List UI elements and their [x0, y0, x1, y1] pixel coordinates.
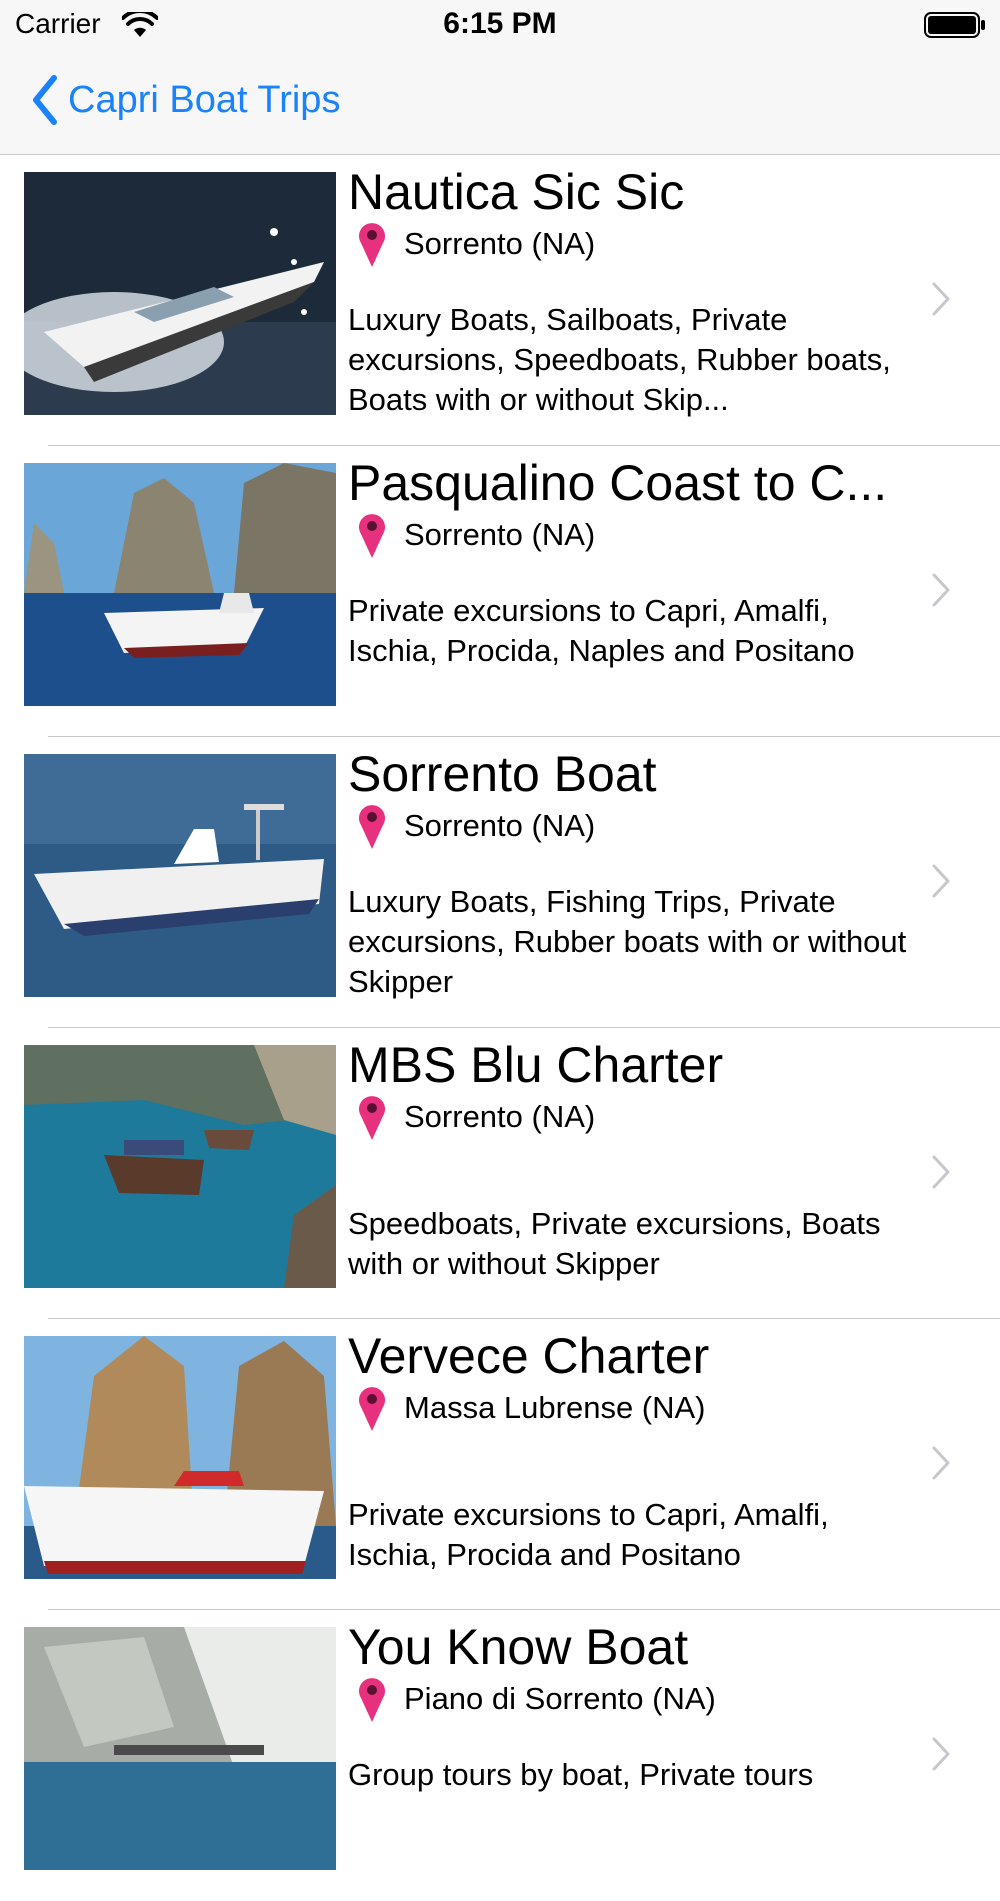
- back-button[interactable]: Capri Boat Trips: [28, 70, 340, 130]
- item-title: MBS Blu Charter: [348, 1037, 724, 1093]
- item-location: Piano di Sorrento (NA): [354, 1673, 716, 1725]
- item-description: Luxury Boats, Fishing Trips, Private exc…: [348, 884, 907, 999]
- item-description: Private excursions to Capri, Amalfi, Isc…: [348, 1497, 829, 1572]
- item-title: You Know Boat: [348, 1619, 689, 1675]
- boat-photo: [24, 463, 336, 706]
- item-description: Speedboats, Private excursions, Boats wi…: [348, 1206, 881, 1281]
- item-location: Sorrento (NA): [354, 800, 595, 852]
- chevron-right-icon: [932, 1155, 950, 1189]
- chevron-right-icon: [932, 573, 950, 607]
- boat-list: Nautica Sic Sic Sorrento (NA) Luxury Boa…: [0, 155, 1000, 1901]
- chevron-right-icon: [932, 1446, 950, 1480]
- status-time: 6:15 PM: [443, 7, 557, 40]
- item-title: Vervece Charter: [348, 1328, 710, 1384]
- chevron-right-icon: [932, 282, 950, 316]
- boat-photo: [24, 1045, 336, 1288]
- chevron-left-icon: [33, 75, 57, 125]
- back-button-label: Capri Boat Trips: [68, 78, 341, 121]
- item-description: Private excursions to Capri, Amalfi, Isc…: [348, 593, 855, 668]
- map-pin-icon: [359, 1096, 385, 1140]
- item-location-text: Sorrento (NA): [404, 1099, 596, 1134]
- item-location: Sorrento (NA): [354, 1091, 595, 1143]
- item-location-text: Sorrento (NA): [404, 517, 596, 552]
- list-item[interactable]: Vervece Charter Massa Lubrense (NA) Priv…: [0, 1319, 1000, 1610]
- item-location-text: Massa Lubrense (NA): [404, 1390, 706, 1425]
- item-location: Sorrento (NA): [354, 218, 595, 270]
- list-item[interactable]: Pasqualino Coast to C... Sorrento (NA) P…: [0, 446, 1000, 737]
- item-location-text: Piano di Sorrento (NA): [404, 1681, 716, 1716]
- map-pin-icon: [359, 223, 385, 267]
- item-title: Pasqualino Coast to C...: [348, 455, 888, 511]
- item-description: Luxury Boats, Sailboats, Private excursi…: [348, 302, 891, 417]
- boat-photo: [24, 1336, 336, 1579]
- map-pin-icon: [359, 514, 385, 558]
- item-location: Sorrento (NA): [354, 509, 595, 561]
- map-pin-icon: [359, 1387, 385, 1431]
- item-location: Massa Lubrense (NA): [354, 1382, 706, 1434]
- item-location-text: Sorrento (NA): [404, 808, 596, 843]
- boat-photo: [24, 1627, 336, 1870]
- chevron-right-icon: [932, 864, 950, 898]
- status-bar: Carrier 6:15 PM: [0, 0, 1000, 50]
- boat-photo: [24, 754, 336, 997]
- item-location-text: Sorrento (NA): [404, 226, 596, 261]
- map-pin-icon: [359, 805, 385, 849]
- list-item[interactable]: You Know Boat Piano di Sorrento (NA) Gro…: [0, 1610, 1000, 1901]
- item-description: Group tours by boat, Private tours: [348, 1757, 814, 1792]
- list-item[interactable]: Nautica Sic Sic Sorrento (NA) Luxury Boa…: [0, 155, 1000, 446]
- list-item[interactable]: MBS Blu Charter Sorrento (NA) Speedboats…: [0, 1028, 1000, 1319]
- item-title: Sorrento Boat: [348, 746, 657, 802]
- boat-photo: [24, 172, 336, 415]
- battery-icon: [924, 12, 985, 38]
- navigation-bar: Capri Boat Trips: [0, 50, 1000, 155]
- map-pin-icon: [359, 1678, 385, 1722]
- list-item[interactable]: Sorrento Boat Sorrento (NA) Luxury Boats…: [0, 737, 1000, 1028]
- item-title: Nautica Sic Sic: [348, 164, 685, 220]
- chevron-right-icon: [932, 1737, 950, 1771]
